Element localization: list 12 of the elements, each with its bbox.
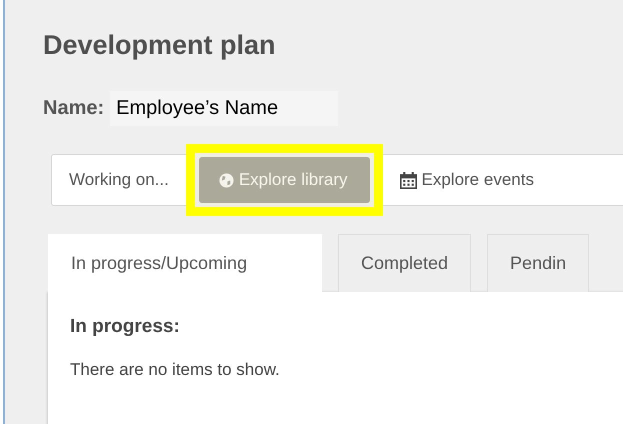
page-title: Development plan <box>43 30 277 61</box>
empty-message: There are no items to show. <box>70 360 281 380</box>
tab[interactable]: In progress/Upcoming <box>48 234 322 292</box>
tab[interactable]: Completed <box>338 234 472 292</box>
action-button[interactable]: Explore events <box>382 156 551 204</box>
calendar-icon <box>400 172 416 188</box>
action-button[interactable]: Working on... <box>52 156 186 204</box>
section-heading: In progress: <box>70 316 181 338</box>
globe-icon <box>218 172 234 188</box>
name-value: Employee’s Name <box>110 91 338 126</box>
name-label: Name: <box>43 97 104 120</box>
tab[interactable]: Pendin <box>487 234 590 292</box>
